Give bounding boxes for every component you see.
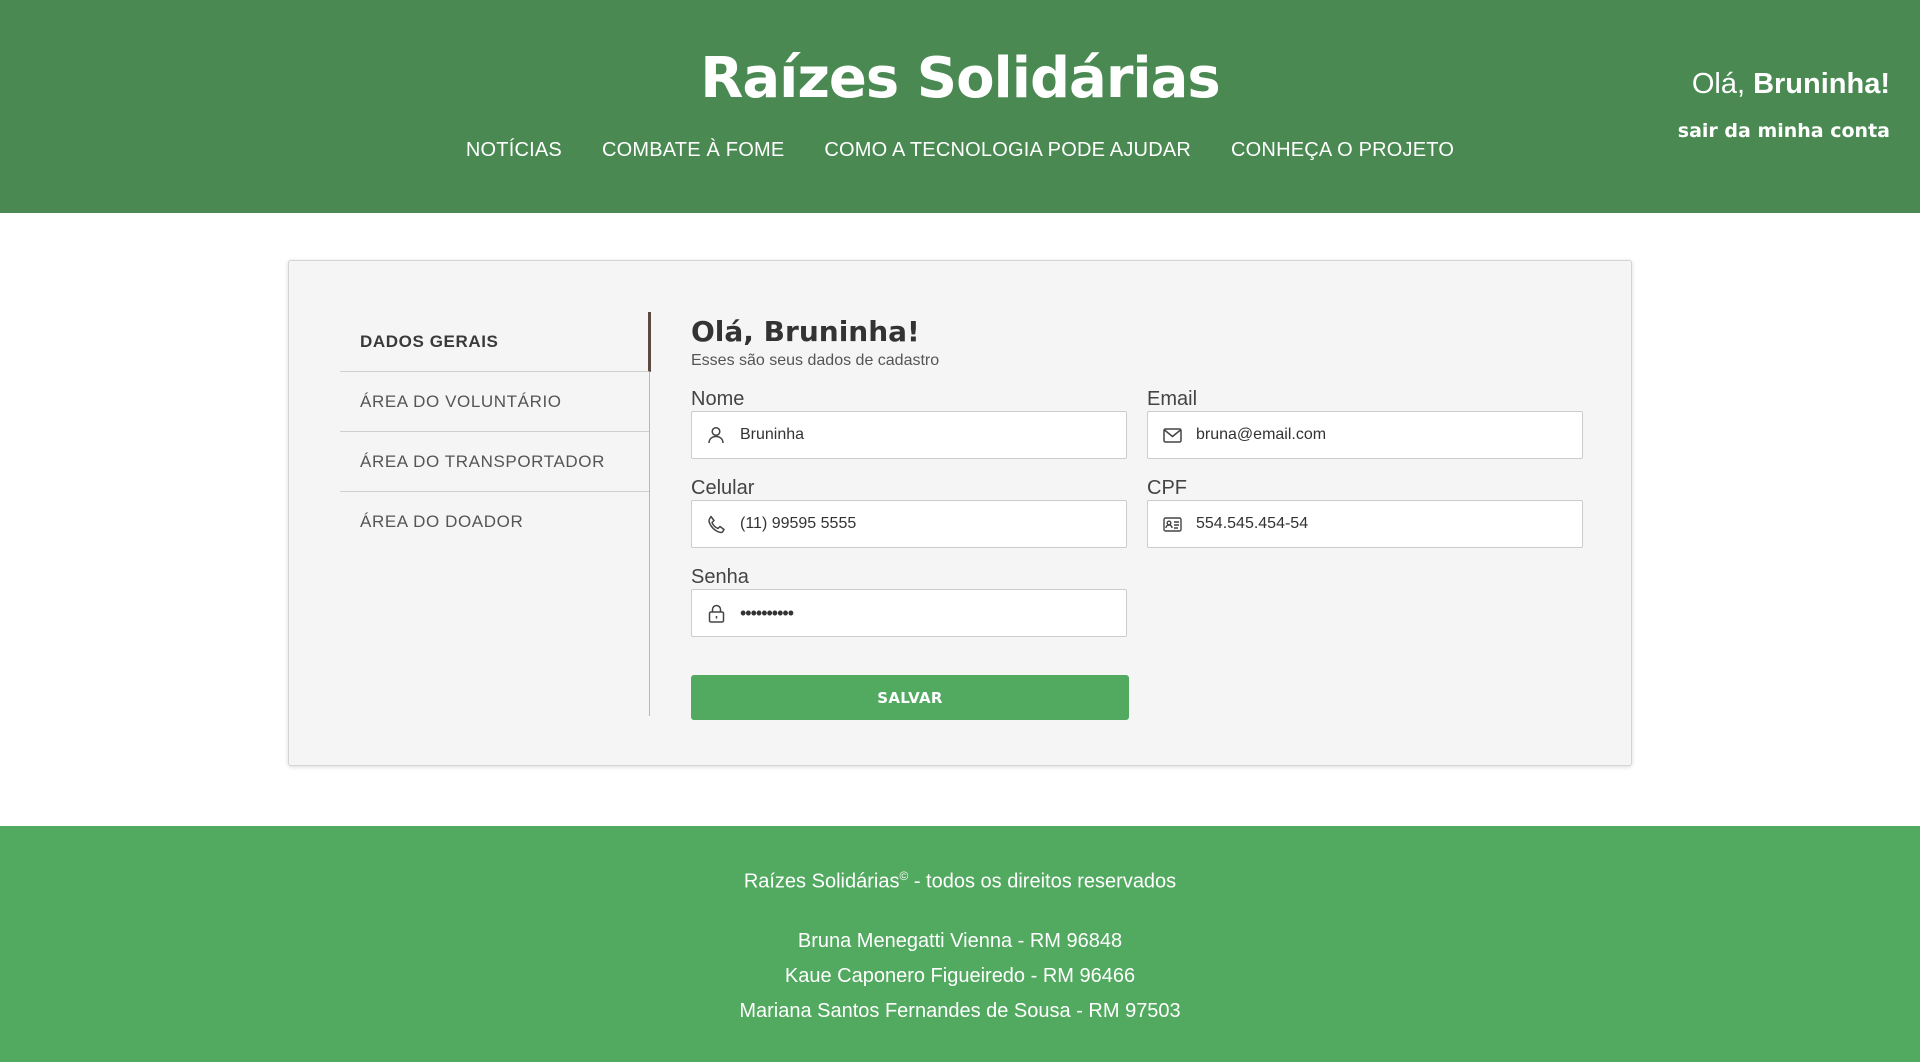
senha-input[interactable] [740, 591, 1110, 635]
lock-icon [692, 590, 740, 636]
email-field-group: Email [1147, 387, 1583, 459]
email-label: Email [1147, 388, 1198, 410]
footer-rights: - todos os direitos reservados [908, 870, 1177, 893]
side-menu-item-transportador[interactable]: ÁREA DO TRANSPORTADOR [340, 432, 649, 492]
email-input[interactable] [1196, 413, 1566, 457]
celular-field-group: Celular [691, 476, 1127, 548]
greeting-prefix: Olá, [1691, 68, 1745, 100]
profile-subtitle: Esses são seus dados de cadastro [691, 352, 940, 369]
main-nav: NOTÍCIAS COMBATE À FOME COMO A TECNOLOGI… [0, 139, 1920, 162]
nome-label: Nome [691, 388, 745, 410]
profile-title: Olá, Bruninha! [691, 315, 920, 348]
cpf-label: CPF [1147, 477, 1187, 499]
cpf-input[interactable] [1196, 502, 1566, 546]
author-line: Kaue Caponero Figueiredo - RM 96466 [784, 965, 1136, 987]
senha-field-group: Senha [691, 565, 1127, 637]
greeting-name: Bruninha! [1753, 68, 1890, 100]
site-brand[interactable]: Raízes Solidárias [0, 46, 1920, 111]
side-menu-item-doador[interactable]: ÁREA DO DOADOR [340, 492, 649, 552]
site-header: Raízes Solidárias NOTÍCIAS COMBATE À FOM… [0, 0, 1920, 213]
senha-label: Senha [691, 566, 749, 588]
envelope-icon [1148, 412, 1196, 458]
cpf-field-group: CPF [1147, 476, 1583, 548]
save-button[interactable]: SALVAR [691, 675, 1129, 720]
author-line: Mariana Santos Fernandes de Sousa - RM 9… [739, 1000, 1181, 1022]
celular-input-wrap [691, 500, 1127, 548]
nome-input[interactable] [740, 413, 1110, 457]
nav-link-tecnologia[interactable]: COMO A TECNOLOGIA PODE AJUDAR [824, 139, 1191, 162]
nav-link-noticias[interactable]: NOTÍCIAS [466, 139, 562, 162]
author-line: Bruna Menegatti Vienna - RM 96848 [797, 930, 1123, 952]
footer-brand: Raízes Solidárias [743, 870, 900, 893]
id-card-icon [1148, 501, 1196, 547]
celular-label: Celular [691, 477, 755, 499]
phone-icon [692, 501, 740, 547]
senha-input-wrap [691, 589, 1127, 637]
profile-card: DADOS GERAIS ÁREA DO VOLUNTÁRIO ÁREA DO … [288, 260, 1632, 766]
logout-link[interactable]: sair da minha conta [1678, 120, 1890, 142]
footer-authors: Bruna Menegatti Vienna - RM 96848 Kaue C… [0, 924, 1920, 1029]
nav-link-projeto[interactable]: CONHEÇA O PROJETO [1231, 139, 1454, 162]
email-input-wrap [1147, 411, 1583, 459]
side-menu-item-voluntario[interactable]: ÁREA DO VOLUNTÁRIO [340, 372, 649, 432]
user-greeting: Olá, Bruninha! [1692, 68, 1890, 101]
nav-link-combate-fome[interactable]: COMBATE À FOME [602, 139, 784, 162]
nome-input-wrap [691, 411, 1127, 459]
cpf-input-wrap [1147, 500, 1583, 548]
profile-side-menu: DADOS GERAIS ÁREA DO VOLUNTÁRIO ÁREA DO … [340, 312, 651, 716]
nome-field-group: Nome [691, 387, 1127, 459]
celular-input[interactable] [740, 502, 1110, 546]
site-footer: Raízes Solidárias© - todos os direitos r… [0, 826, 1920, 1062]
footer-copyright: Raízes Solidárias© - todos os direitos r… [0, 869, 1920, 894]
user-icon [692, 412, 740, 458]
side-menu-item-dados-gerais[interactable]: DADOS GERAIS [340, 312, 651, 372]
copyright-mark: © [899, 869, 909, 883]
